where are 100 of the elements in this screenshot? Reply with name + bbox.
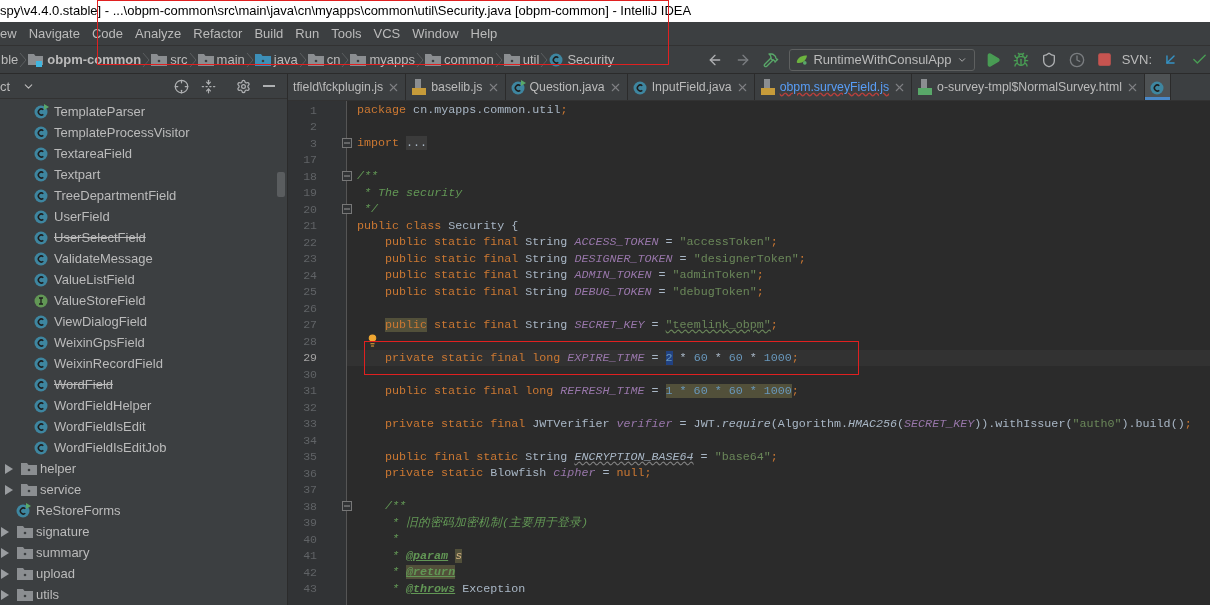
code-line: public static final String DEBUG_TOKEN = "debugToken"; [385,284,764,299]
class-icon [34,188,49,203]
expand-arrow-icon[interactable] [4,484,13,495]
tree-item[interactable]: upload [36,566,76,581]
code-text: = [650,317,660,332]
expand-arrow-icon[interactable] [0,568,9,579]
folder-icon [17,525,33,538]
tree-item[interactable]: ReStoreForms [36,503,121,518]
code-line: * [391,532,400,547]
tree-item[interactable]: ValueStoreField [54,293,146,308]
code-text: = [650,350,660,365]
menu-item[interactable]: Run [289,22,326,45]
menu-item[interactable]: Help [464,22,504,45]
tree-item[interactable]: WordFieldIsEdit [54,419,146,434]
runnable-class-icon [510,79,526,95]
code-text: ; [791,383,799,398]
code-line: import ... [357,136,428,151]
project-view-dropdown[interactable]: ct [0,78,36,94]
expand-arrow-icon[interactable] [0,547,9,558]
vcs-label: SVN: [1121,52,1152,67]
class-icon [34,377,49,392]
fold-marker-icon[interactable] [342,138,352,149]
breadcrumb-item[interactable]: myapps [349,48,416,71]
separator-icon [298,51,307,68]
breadcrumb-item[interactable]: cn [306,48,342,71]
separator-icon [19,51,28,68]
breadcrumb-item[interactable]: ble [0,48,20,71]
tree-item[interactable]: WeixinGpsField [54,335,145,350]
code-line: public final static String ENCRYPTION_BASE64 = "base64"; [385,449,778,464]
menu-item[interactable]: ew [0,22,23,45]
lightbulb-icon[interactable] [366,334,379,347]
separator-icon [142,51,151,68]
tree-item[interactable]: helper [40,461,77,476]
tree-item[interactable]: ValueListField [54,272,135,287]
highlighted-code: @return [406,565,456,580]
class-icon [34,440,49,455]
tree-item[interactable]: WeixinRecordField [54,356,163,371]
code-text: * [748,350,758,365]
tree-item[interactable]: service [40,482,82,497]
class-icon [34,272,49,287]
menu-item[interactable]: VCS [367,22,407,45]
separator-icon [540,51,549,68]
class-icon [34,146,49,161]
class-icon [34,167,49,182]
tree-item[interactable]: ViewDialogField [54,314,147,329]
class-icon [34,335,49,350]
code-line: public class Security { [357,218,519,233]
breadcrumb-item[interactable]: common [423,48,495,71]
hammer-icon [762,51,779,68]
code-text: String [524,317,569,332]
tree-item[interactable]: TextareaField [54,146,133,161]
breadcrumb-item[interactable]: src [150,48,189,71]
code-line: /** [385,499,407,514]
menu-item[interactable]: Window [406,22,465,45]
tree-item[interactable]: signature [36,524,90,539]
tree-item[interactable]: TemplateProcessVisitor [54,125,190,140]
breadcrumb-item[interactable]: java [253,48,299,71]
tree-item[interactable]: summary [36,545,90,560]
code-text: SECRET_KEY [574,317,645,332]
menu-item[interactable]: Analyze [129,22,188,45]
tree-item[interactable]: TreeDepartmentField [54,188,177,203]
code-text: * [678,350,688,365]
menu-item[interactable]: Build [248,22,290,45]
tree-item[interactable]: UserSelectField [54,230,146,245]
fold-marker-icon[interactable] [342,171,352,182]
scrollbar[interactable] [277,172,285,197]
separator-icon [341,51,350,68]
class-icon [34,419,49,434]
editor-tab[interactable] [1145,74,1171,100]
bug-icon [1012,51,1029,68]
tree-item[interactable]: WordFieldIsEditJob [54,440,167,455]
tree-item[interactable]: WordFieldHelper [54,398,152,413]
tree-item[interactable]: UserField [54,209,110,224]
fold-marker-icon[interactable] [342,501,352,512]
menu-item[interactable]: Tools [325,22,368,45]
class-icon [34,230,49,245]
code-line: */ [363,202,379,217]
tree-item[interactable]: TemplateParser [54,104,146,119]
expand-arrow-icon[interactable] [4,463,13,474]
breadcrumb-item[interactable]: Security [548,48,616,71]
tree-item[interactable]: utils [36,587,60,602]
class-icon [34,398,49,413]
fold-marker-icon[interactable] [342,204,352,215]
menu-item[interactable]: Navigate [22,22,86,45]
code-line: public static final String ADMIN_TOKEN = "adminToken"; [385,268,764,283]
highlighted-code: public [385,317,428,332]
run-configuration-dropdown[interactable]: RuntimeWithConsulApp [788,48,975,71]
separator-icon [245,51,254,68]
separator-icon [188,51,197,68]
tree-item[interactable]: WordField [54,377,113,392]
menu-item[interactable]: Refactor [187,22,249,45]
class-icon [34,251,49,266]
breadcrumb-item[interactable]: main [196,48,246,71]
breadcrumb-item[interactable]: util [502,48,541,71]
runnable-class-icon [16,503,31,518]
tree-item[interactable]: Textpart [54,167,101,182]
expand-arrow-icon[interactable] [0,589,9,600]
class-icon [549,52,565,67]
tree-item[interactable]: ValidateMessage [54,251,153,266]
expand-arrow-icon[interactable] [0,526,9,537]
